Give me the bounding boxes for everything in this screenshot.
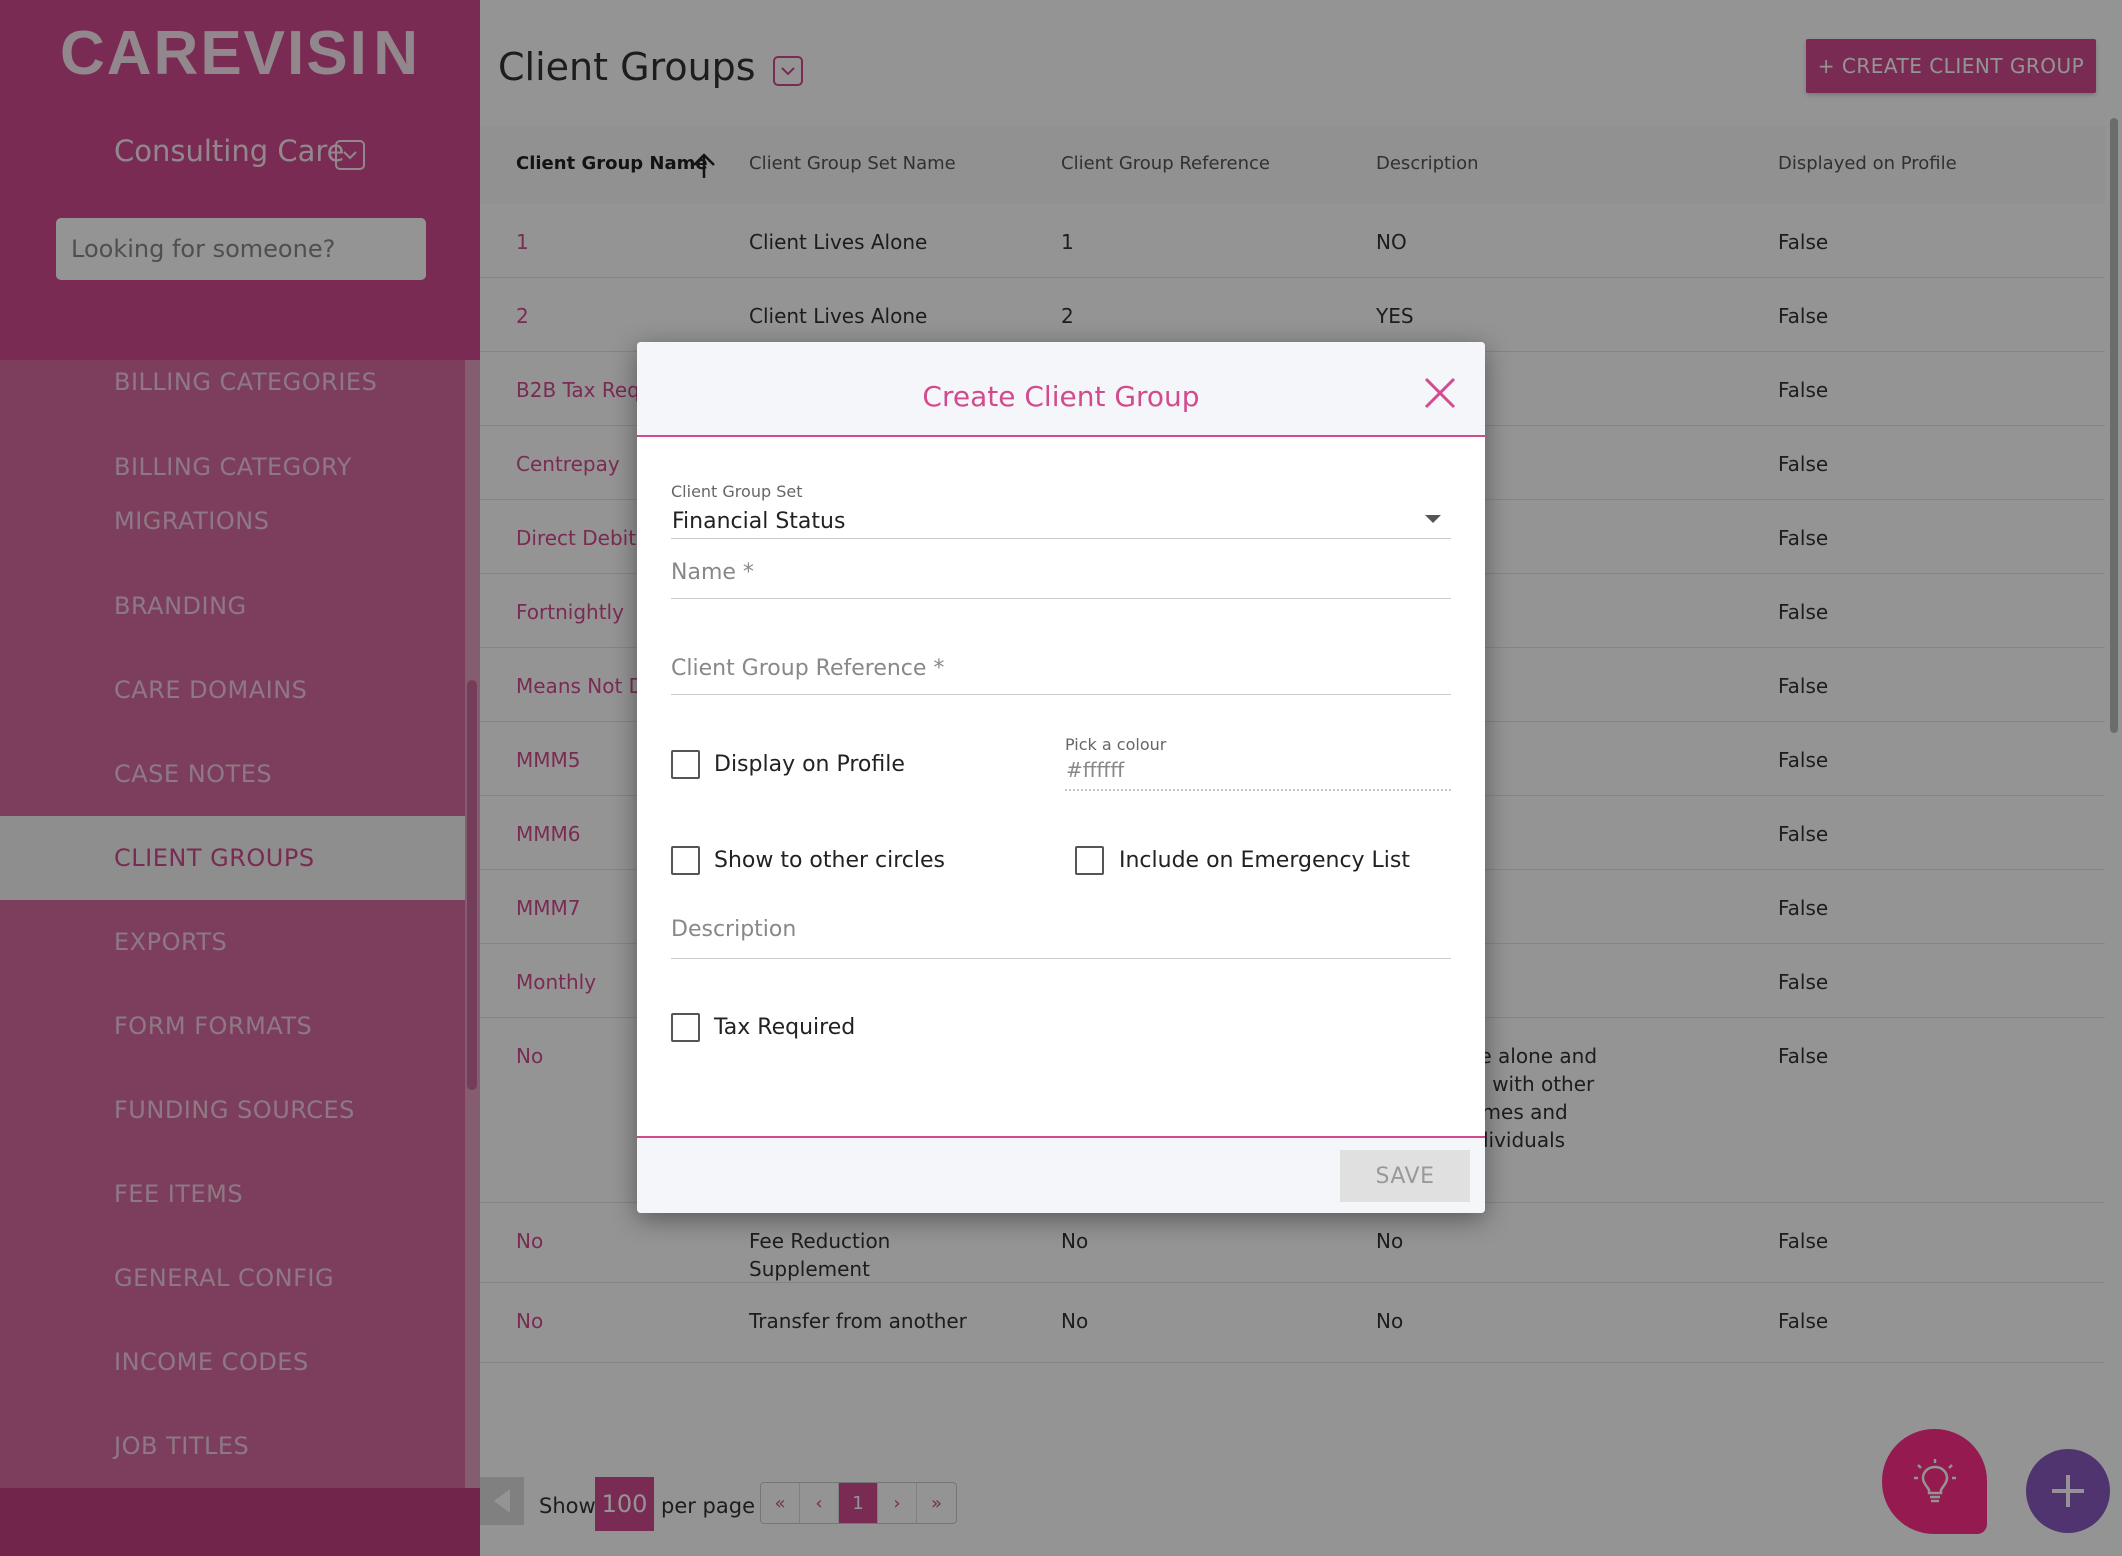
include-on-emergency-list-checkbox[interactable] (1075, 846, 1104, 875)
dialog-header: Create Client Group (637, 342, 1485, 437)
client-group-set-underline (671, 538, 1451, 539)
name-underline (671, 598, 1451, 599)
client-group-set-label: Client Group Set (671, 482, 803, 501)
description-field[interactable]: Description (671, 917, 796, 942)
show-to-other-circles-label: Show to other circles (714, 848, 946, 873)
display-on-profile-checkbox[interactable] (671, 750, 700, 779)
tax-required-label: Tax Required (714, 1015, 856, 1040)
name-field[interactable]: Name * (671, 560, 754, 585)
dialog-footer: SAVE (637, 1136, 1485, 1213)
close-icon[interactable] (1423, 376, 1457, 410)
dialog-title: Create Client Group (922, 380, 1200, 413)
chevron-down-icon[interactable] (1424, 513, 1442, 525)
description-underline (671, 958, 1451, 959)
reference-underline (671, 694, 1451, 695)
tax-required-checkbox[interactable] (671, 1013, 700, 1042)
client-group-reference-field[interactable]: Client Group Reference * (671, 656, 944, 681)
colour-picker-underline (1065, 789, 1451, 791)
save-button[interactable]: SAVE (1340, 1150, 1470, 1202)
colour-picker-label: Pick a colour (1065, 735, 1167, 754)
show-to-other-circles-checkbox[interactable] (671, 846, 700, 875)
colour-picker-input[interactable]: #ffffff (1066, 758, 1124, 782)
client-group-set-select[interactable]: Financial Status (672, 509, 845, 534)
display-on-profile-label: Display on Profile (714, 752, 905, 777)
include-on-emergency-list-label: Include on Emergency List (1119, 848, 1411, 873)
create-client-group-dialog: Create Client Group Client Group Set Fin… (637, 342, 1485, 1213)
